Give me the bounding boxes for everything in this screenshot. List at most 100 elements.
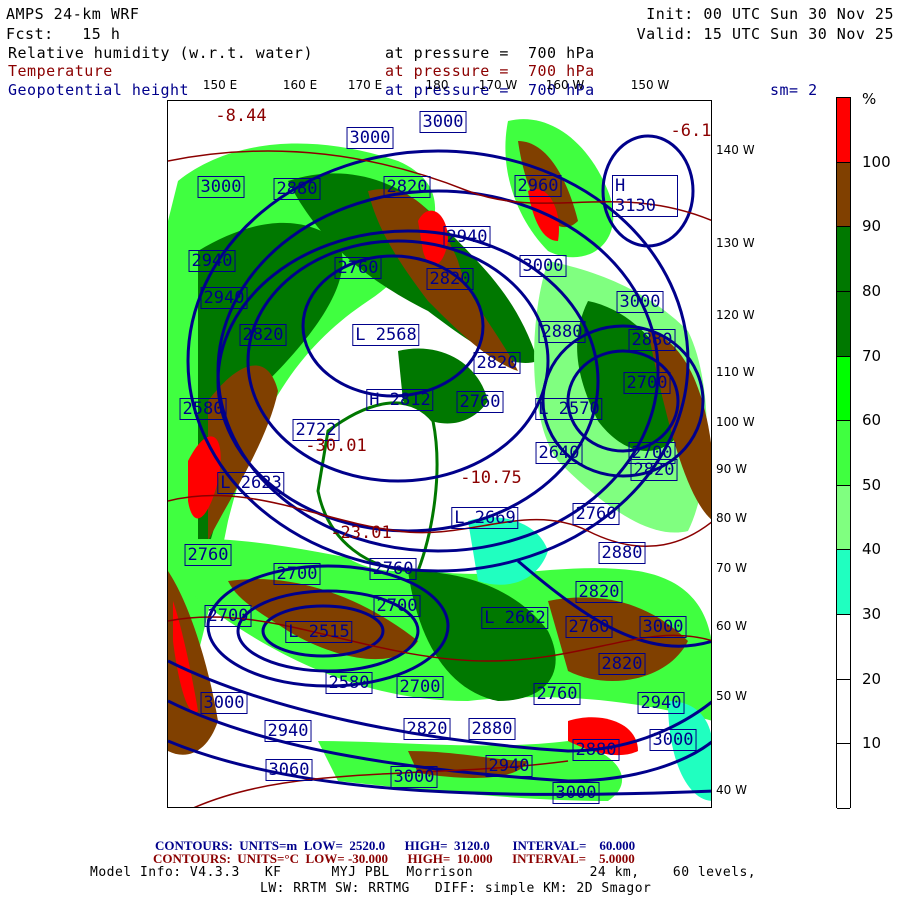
model-title: AMPS 24-km WRF [6, 5, 140, 23]
height-contour-label: 3000 [616, 291, 664, 313]
colorbar-unit: % [862, 90, 877, 108]
height-contour-label: L 2669 [451, 507, 519, 529]
init-time: Init: 00 UTC Sun 30 Nov 25 [646, 5, 894, 23]
colorbar-segment [837, 291, 850, 357]
height-contour-label: 3000 [346, 127, 394, 149]
colorbar-segment [837, 744, 850, 809]
height-contour-label: 2700 [273, 563, 321, 585]
field-rh-name: Relative humidity (w.r.t. water) [8, 44, 313, 62]
longitude-label: 160 E [282, 78, 318, 92]
height-contour-label: L 2662 [481, 607, 549, 629]
height-contour-label: 2820 [630, 459, 678, 481]
height-contour-label: L 2570 [535, 398, 603, 420]
colorbar-segment [837, 162, 850, 228]
colorbar-tick-label: 60 [862, 411, 882, 430]
temperature-contour-label: -8.44 [215, 106, 267, 126]
height-contour-label: 2940 [485, 755, 533, 777]
colorbar-tick-label: 40 [862, 540, 882, 559]
field-temp-level: at pressure = 700 hPa [385, 62, 595, 80]
height-contour-label: 3060 [265, 759, 313, 781]
height-contour-label: H 2812 [366, 389, 434, 411]
longitude-label: 170 E [347, 78, 383, 92]
height-contour-label: 3000 [197, 176, 245, 198]
colorbar-segment [837, 485, 850, 551]
colorbar-segment [837, 615, 850, 680]
height-contour-label: 2700 [396, 676, 444, 698]
height-contour-label: 2940 [188, 250, 236, 272]
field-temp-name: Temperature [8, 62, 113, 80]
field-height-name: Geopotential height [8, 81, 190, 99]
temperature-contour-label: -10.75 [460, 468, 522, 488]
colorbar-tick-label: 10 [862, 734, 882, 753]
height-contour-label: 2640 [535, 442, 583, 464]
height-contour-label: 2760 [369, 558, 417, 580]
height-contour-label: 2880 [468, 718, 516, 740]
colorbar-segment [837, 421, 850, 486]
longitude-label: 170 W [478, 78, 518, 92]
height-contour-label: 2820 [383, 176, 431, 198]
colorbar-tick-label: 90 [862, 217, 882, 236]
temperature-contour-label: -30.01 [305, 436, 367, 456]
height-contour-label: L 2623 [217, 472, 285, 494]
colorbar-tick-label: 30 [862, 605, 882, 624]
height-contour-label: L 2515 [285, 621, 353, 643]
height-contour-label: 2760 [533, 683, 581, 705]
latitude-label: 100 W [716, 415, 755, 429]
longitude-label: 150 E [202, 78, 238, 92]
height-contour-label: 2580 [179, 398, 227, 420]
height-contour-label: 3000 [649, 729, 697, 751]
latitude-label: 130 W [716, 236, 755, 250]
height-contour-label: 3000 [552, 782, 600, 804]
height-contour-label: 2960 [514, 175, 562, 197]
height-contour-label: 2940 [200, 287, 248, 309]
height-contour-label: 2880 [572, 739, 620, 761]
height-contour-label: 2760 [334, 257, 382, 279]
height-contour-label: 2760 [565, 616, 613, 638]
model-info-physics: LW: RRTM SW: RRTMG DIFF: simple KM: 2D S… [260, 881, 652, 896]
colorbar-segment [837, 550, 850, 616]
latitude-label: 80 W [716, 511, 747, 525]
colorbar-tick-label: 50 [862, 475, 882, 494]
height-contour-label: 2880 [538, 321, 586, 343]
height-contour-label: 2820 [426, 268, 474, 290]
longitude-label: 180 [425, 78, 449, 92]
height-contour-label: 3000 [200, 692, 248, 714]
height-contour-label: 2760 [572, 503, 620, 525]
temperature-contour-label: -23.01 [330, 523, 392, 543]
latitude-label: 70 W [716, 561, 747, 575]
height-contour-label: 2820 [575, 581, 623, 603]
height-contour-label: 3000 [419, 111, 467, 133]
temperature-contour-label: -6.1 [670, 121, 712, 141]
longitude-label: 150 W [630, 78, 670, 92]
latitude-label: 110 W [716, 365, 755, 379]
forecast-hour: Fcst: 15 h [6, 25, 121, 43]
height-contour-label: 2940 [443, 226, 491, 248]
colorbar [836, 97, 851, 809]
colorbar-tick-label: 100 [862, 152, 891, 171]
height-contour-label: H 3130 [612, 175, 678, 217]
height-contour-label: 2760 [456, 391, 504, 413]
height-contour-label: 2880 [273, 178, 321, 200]
latitude-label: 120 W [716, 308, 755, 322]
model-info: Model Info: V4.3.3 KF MYJ PBL Morrison 2… [90, 865, 757, 880]
height-contour-label: 2880 [598, 542, 646, 564]
height-contour-label: 2820 [403, 718, 451, 740]
colorbar-tick-label: 20 [862, 669, 882, 688]
colorbar-segment [837, 227, 850, 292]
colorbar-segment [837, 679, 850, 745]
height-contour-label: 2580 [325, 672, 373, 694]
height-contour-label: 2820 [473, 352, 521, 374]
height-contour-label: 2700 [204, 605, 252, 627]
height-contour-label: 3000 [390, 766, 438, 788]
height-contour-label: 2940 [264, 720, 312, 742]
smoothing-label: sm= 2 [770, 81, 818, 99]
height-contour-label: 3000 [519, 255, 567, 277]
field-rh-level: at pressure = 700 hPa [385, 44, 595, 62]
colorbar-segment [837, 356, 850, 422]
latitude-label: 60 W [716, 619, 747, 633]
height-contour-label: 2760 [184, 544, 232, 566]
colorbar-segment [837, 98, 850, 163]
colorbar-tick-label: 70 [862, 346, 882, 365]
latitude-label: 40 W [716, 783, 747, 797]
valid-time: Valid: 15 UTC Sun 30 Nov 25 [636, 25, 894, 43]
